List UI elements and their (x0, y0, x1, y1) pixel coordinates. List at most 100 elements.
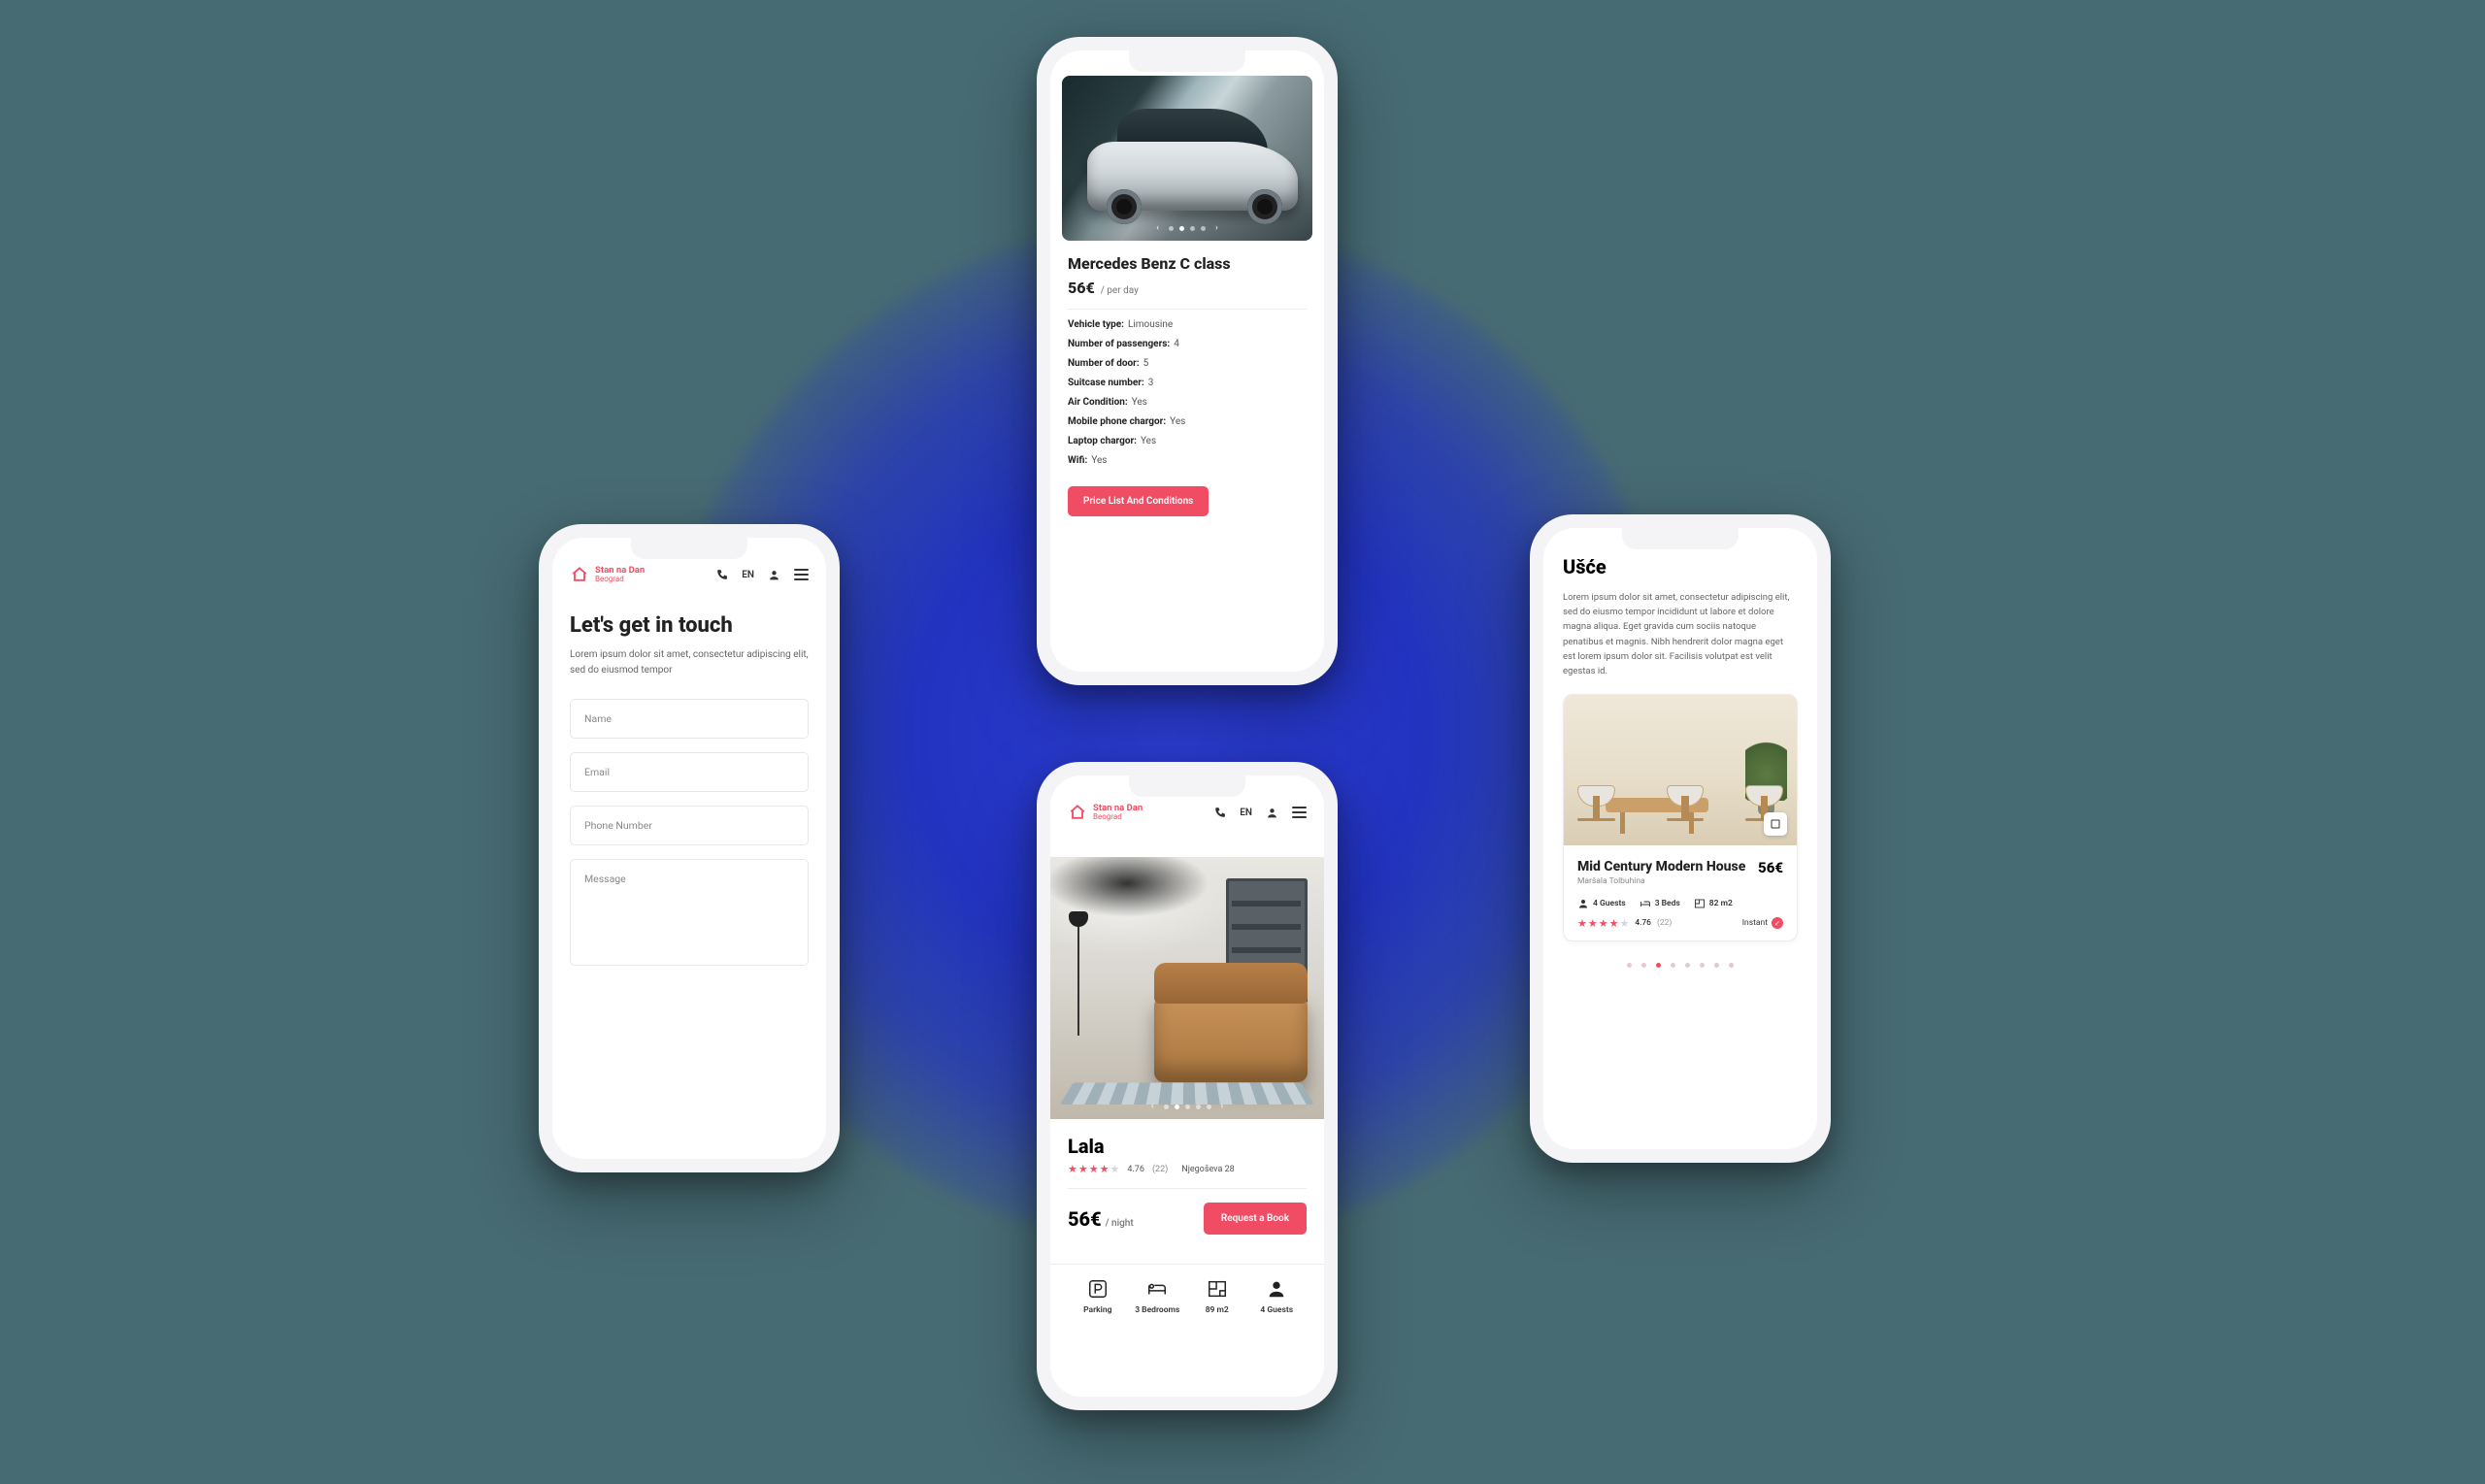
divider (1068, 1188, 1307, 1189)
pager-dot[interactable] (1196, 1105, 1201, 1109)
pager-dot[interactable] (1185, 1105, 1190, 1109)
hamburger-menu-icon[interactable] (794, 569, 809, 580)
listing-price: 56€/ night (1068, 1207, 1134, 1231)
page-lead: Lorem ipsum dolor sit amet, consectetur … (570, 647, 809, 677)
house-icon (1068, 803, 1087, 822)
listing-features: Parking 3 Bedrooms 89 m2 4 Guests (1050, 1264, 1324, 1333)
property-card-address: Maršala Tolbuhina (1577, 876, 1745, 886)
pager-dot[interactable] (1190, 226, 1195, 231)
image-pager: ‹ › (1050, 1102, 1324, 1111)
property-card-title: Mid Century Modern House (1577, 859, 1745, 874)
car-spec-row: Number of passengers:4 (1068, 339, 1307, 349)
car-price-period: / per day (1101, 285, 1139, 296)
feature-bedrooms: 3 Bedrooms (1128, 1278, 1188, 1315)
car-title: Mercedes Benz C class (1068, 254, 1307, 273)
phone-field[interactable]: Phone Number (570, 806, 809, 845)
pager-dot[interactable] (1164, 1105, 1169, 1109)
phone-notch (1129, 775, 1245, 797)
carousel-dot[interactable] (1714, 963, 1719, 968)
user-icon[interactable] (1266, 807, 1278, 819)
listing-address: Njegoševa 28 (1181, 1165, 1234, 1174)
instant-badge: Instant ✓ (1742, 917, 1783, 929)
car-spec-row: Wifi:Yes (1068, 455, 1307, 466)
car-spec-row: Mobile phone chargor:Yes (1068, 416, 1307, 427)
feature-parking: Parking (1068, 1278, 1128, 1315)
rating-count: (22) (1657, 918, 1672, 928)
car-spec-row: Number of door:5 (1068, 358, 1307, 369)
phone-notch (1622, 528, 1739, 549)
car-spec-row: Air Condition:Yes (1068, 397, 1307, 408)
brand-logo[interactable]: Stan na Dan Beograd (570, 565, 645, 584)
rating-count: (22) (1152, 1165, 1168, 1174)
badge-area: 82 m2 (1694, 898, 1733, 909)
image-pager: ‹ › (1062, 223, 1312, 233)
rating-stars: ★★★★★ (1068, 1164, 1119, 1174)
feature-guests: 4 Guests (1247, 1278, 1308, 1315)
message-field[interactable]: Message (570, 859, 809, 966)
phone-mockup-listing: Stan na Dan Beograd EN ‹ (1037, 762, 1338, 1410)
phone-mockup-car: ‹ › Mercedes Benz C class 56€ / per day … (1037, 37, 1338, 685)
hamburger-menu-icon[interactable] (1292, 807, 1307, 818)
guest-icon (1577, 898, 1589, 909)
pager-prev-icon[interactable]: ‹ (1152, 223, 1163, 233)
language-toggle[interactable]: EN (1240, 808, 1252, 818)
brand-logo[interactable]: Stan na Dan Beograd (1068, 803, 1143, 822)
feature-area: 89 m2 (1187, 1278, 1247, 1315)
brand-sub: Beograd (595, 575, 645, 583)
phone-icon[interactable] (1213, 807, 1226, 819)
carousel-dot[interactable] (1656, 963, 1661, 968)
request-book-button[interactable]: Request a Book (1204, 1203, 1307, 1235)
phone-notch (1129, 50, 1245, 72)
phone-icon[interactable] (715, 569, 728, 581)
carousel-dot[interactable] (1729, 963, 1734, 968)
bed-icon (1146, 1278, 1168, 1300)
property-card-image (1564, 695, 1797, 845)
carousel-dot[interactable] (1671, 963, 1675, 968)
car-spec-row: Suitcase number:3 (1068, 378, 1307, 388)
pager-dot[interactable] (1169, 226, 1174, 231)
floorplan-icon (1694, 898, 1706, 909)
brand-name: Stan na Dan (595, 566, 645, 576)
car-hero-image: ‹ › (1062, 76, 1312, 241)
guest-icon (1266, 1278, 1287, 1300)
carousel-dot[interactable] (1685, 963, 1690, 968)
bed-icon (1640, 898, 1651, 909)
pager-next-icon[interactable]: › (1211, 223, 1222, 233)
floorplan-icon (1207, 1278, 1228, 1300)
pager-prev-icon[interactable]: ‹ (1147, 1102, 1158, 1111)
rating-value: 4.76 (1635, 918, 1651, 928)
listing-hero-image: ‹ › (1050, 857, 1324, 1119)
parking-icon (1087, 1278, 1109, 1300)
email-field[interactable]: Email (570, 752, 809, 792)
divider (1068, 309, 1307, 310)
page-title: Let's get in touch (570, 613, 809, 638)
house-icon (570, 565, 589, 584)
rating-stars: ★★★★★ (1577, 918, 1629, 929)
property-card[interactable]: Mid Century Modern House Maršala Tolbuhi… (1563, 694, 1798, 941)
price-list-button[interactable]: Price List And Conditions (1068, 486, 1209, 516)
carousel-dot[interactable] (1641, 963, 1646, 968)
property-card-price: 56€ (1758, 859, 1783, 876)
phone-mockup-area: Ušće Lorem ipsum dolor sit amet, consect… (1530, 514, 1831, 1163)
pager-next-icon[interactable]: › (1217, 1102, 1228, 1111)
pager-dot[interactable] (1179, 226, 1184, 231)
pager-dot[interactable] (1201, 226, 1206, 231)
car-spec-row: Vehicle type:Limousine (1068, 319, 1307, 330)
phone-notch (631, 538, 747, 559)
check-icon: ✓ (1772, 917, 1783, 929)
phone-mockup-contact: Stan na Dan Beograd EN Let's get in touc… (539, 524, 840, 1172)
expand-button[interactable] (1764, 812, 1787, 836)
carousel-dot[interactable] (1700, 963, 1705, 968)
pager-dot[interactable] (1207, 1105, 1211, 1109)
badge-beds: 3 Beds (1640, 898, 1680, 909)
carousel-dots (1563, 963, 1798, 968)
name-field[interactable]: Name (570, 699, 809, 739)
brand-sub: Beograd (1093, 812, 1143, 821)
area-title: Ušće (1563, 555, 1798, 578)
user-icon[interactable] (768, 569, 780, 581)
badge-guests: 4 Guests (1577, 898, 1626, 909)
carousel-dot[interactable] (1627, 963, 1632, 968)
language-toggle[interactable]: EN (742, 570, 754, 580)
pager-dot[interactable] (1175, 1105, 1179, 1109)
brand-name: Stan na Dan (1093, 804, 1143, 813)
